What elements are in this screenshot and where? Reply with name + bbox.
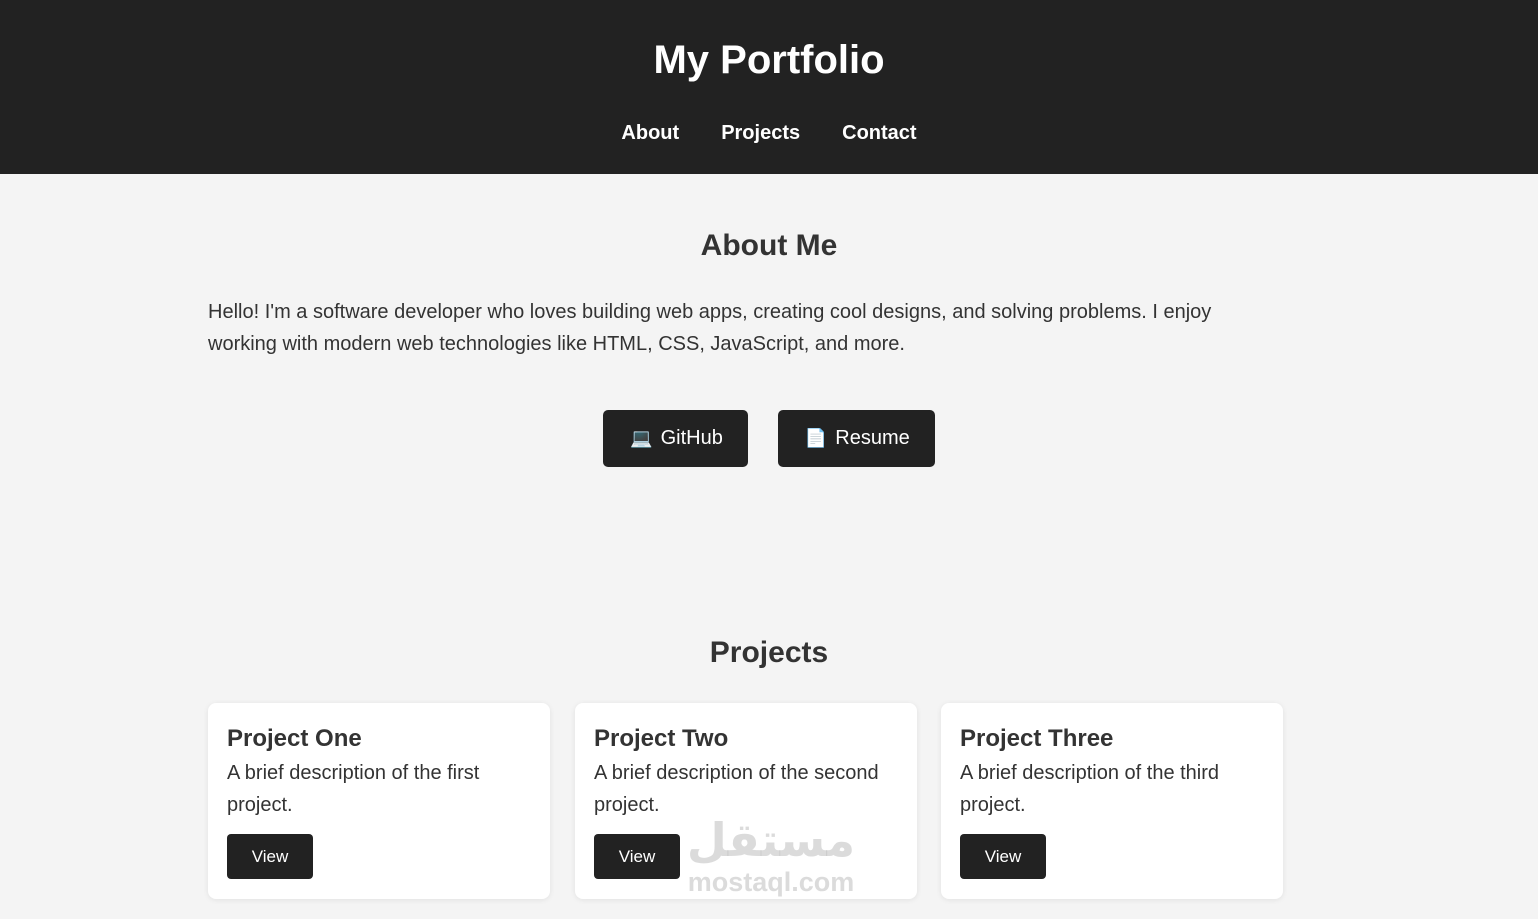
view-project-button[interactable]: View [594,834,680,879]
about-title: About Me [700,229,838,262]
project-card: Project One A brief description of the f… [208,703,550,899]
resume-button-label: Resume [835,427,910,449]
projects-title: Projects [709,636,829,669]
nav-link-contact[interactable]: Contact [842,120,916,146]
about-buttons: 💻 GitHub 📄 Resume [0,410,1538,467]
project-card: Project Two A brief description of the s… [575,703,917,899]
site-header: My Portfolio About Projects Contact [0,0,1538,174]
view-project-button[interactable]: View [960,834,1046,879]
document-icon: 📄 [804,428,828,448]
view-project-button[interactable]: View [227,834,313,879]
main-nav: About Projects Contact [0,120,1538,146]
resume-button[interactable]: 📄 Resume [777,410,935,467]
project-description: A brief description of the first project… [227,762,480,816]
about-text: Hello! I'm a software developer who love… [208,301,1212,355]
project-card: Project Three A brief description of the… [941,703,1283,899]
site-title: My Portfolio [653,38,885,82]
project-title: Project One [227,725,362,752]
github-button-label: GitHub [660,427,723,449]
laptop-icon: 💻 [630,428,653,448]
nav-link-projects[interactable]: Projects [721,120,800,146]
project-description: A brief description of the third project… [960,762,1220,816]
project-title: Project Three [960,725,1114,752]
github-button[interactable]: 💻 GitHub [603,410,748,467]
nav-link-about[interactable]: About [621,120,679,146]
project-description: A brief description of the second projec… [594,762,879,816]
project-title: Project Two [594,725,729,752]
